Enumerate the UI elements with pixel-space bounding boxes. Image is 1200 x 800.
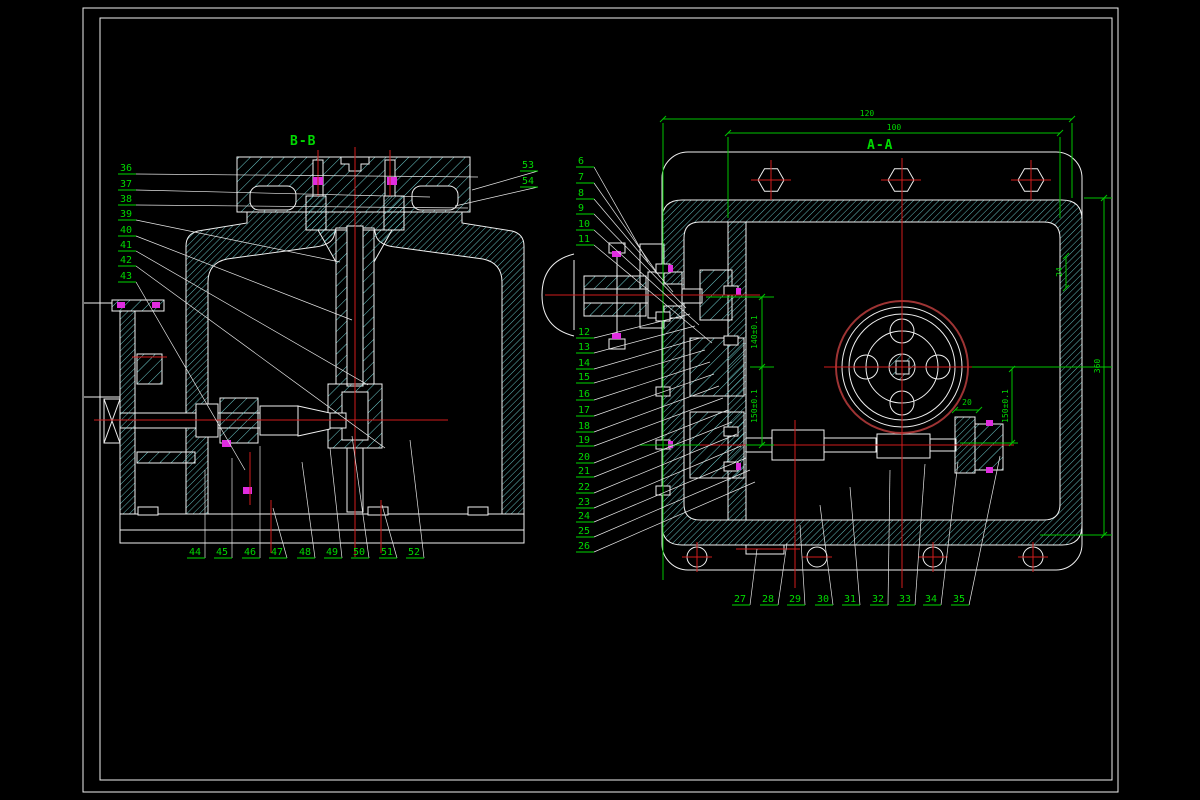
flange-nut-bottom — [608, 338, 626, 350]
dim-text-center-lower: 150±0.1 — [750, 389, 759, 423]
part-number-48: 48 — [299, 547, 311, 558]
cad-drawing-canvas: B-B A-A 120 100 360 24 140±0.1 150±0.1 1… — [0, 0, 1200, 800]
part-number-16: 16 — [578, 389, 590, 400]
part-number-43: 43 — [120, 271, 132, 282]
dim-text-inner-width: 100 — [887, 123, 902, 132]
part-number-6: 6 — [578, 156, 584, 167]
spindle-wall-right — [362, 229, 375, 385]
part-number-26: 26 — [578, 541, 590, 552]
base-pad-3 — [467, 506, 489, 516]
dim-text-center-upper: 140±0.1 — [750, 315, 759, 349]
part-number-15: 15 — [578, 372, 590, 383]
gear-middle — [689, 337, 745, 397]
output-hub — [876, 433, 931, 459]
part-number-14: 14 — [578, 358, 590, 369]
seal-5 — [117, 302, 125, 308]
part-number-28: 28 — [762, 594, 774, 605]
dim-text-flange-offset: 24 — [1055, 267, 1064, 277]
coupling-bottom — [583, 302, 647, 317]
part-number-30: 30 — [817, 594, 829, 605]
input-shaft-a — [583, 288, 647, 304]
sleeve-right — [383, 195, 405, 231]
part-number-51: 51 — [381, 547, 393, 558]
part-number-31: 31 — [844, 594, 856, 605]
dim-text-bearing-width: 20 — [962, 398, 972, 407]
bracket-arm — [136, 451, 196, 464]
part-number-37: 37 — [120, 179, 132, 190]
part-number-36: 36 — [120, 163, 132, 174]
seal-4 — [243, 487, 252, 494]
part-number-35: 35 — [953, 594, 965, 605]
part-number-39: 39 — [120, 209, 132, 220]
part-number-18: 18 — [578, 421, 590, 432]
part-number-34: 34 — [925, 594, 937, 605]
part-number-44: 44 — [189, 547, 201, 558]
part-number-7: 7 — [578, 172, 584, 183]
part-number-24: 24 — [578, 511, 590, 522]
part-number-45: 45 — [216, 547, 228, 558]
small-pulley — [136, 353, 163, 385]
part-number-32: 32 — [872, 594, 884, 605]
seal-6 — [152, 302, 160, 308]
dim-text-overall-height: 360 — [1093, 359, 1102, 374]
part-number-20: 20 — [578, 452, 590, 463]
part-number-21: 21 — [578, 466, 590, 477]
part-number-38: 38 — [120, 194, 132, 205]
part-number-11: 11 — [578, 234, 590, 245]
coupling-top — [583, 275, 647, 290]
part-number-50: 50 — [353, 547, 365, 558]
part-number-53: 53 — [522, 160, 534, 171]
part-number-23: 23 — [578, 497, 590, 508]
part-number-19: 19 — [578, 435, 590, 446]
part-number-10: 10 — [578, 219, 590, 230]
base-pad-2 — [367, 506, 389, 516]
part-number-17: 17 — [578, 405, 590, 416]
part-number-49: 49 — [326, 547, 338, 558]
part-number-22: 22 — [578, 482, 590, 493]
cover-pocket-right — [411, 185, 459, 211]
part-number-12: 12 — [578, 327, 590, 338]
part-number-33: 33 — [899, 594, 911, 605]
part-number-40: 40 — [120, 225, 132, 236]
part-number-46: 46 — [244, 547, 256, 558]
sleeve-left — [305, 195, 327, 231]
part-number-41: 41 — [120, 240, 132, 251]
base-plate — [119, 513, 525, 544]
seal-2 — [387, 177, 397, 185]
part-number-52: 52 — [408, 547, 420, 558]
section-title-aa: A-A — [867, 138, 893, 153]
part-number-9: 9 — [578, 203, 584, 214]
section-title-bb: B-B — [290, 134, 316, 149]
dim-text-overall-width: 120 — [860, 109, 875, 118]
part-number-42: 42 — [120, 255, 132, 266]
part-number-13: 13 — [578, 342, 590, 353]
dim-text-center-right: 150±0.1 — [1001, 389, 1010, 423]
part-number-25: 25 — [578, 526, 590, 537]
part-number-29: 29 — [789, 594, 801, 605]
bracket-column — [119, 310, 136, 516]
base-pad-1 — [137, 506, 159, 516]
part-number-54: 54 — [522, 176, 534, 187]
spindle-wall-left — [335, 229, 348, 385]
part-number-27: 27 — [734, 594, 746, 605]
part-number-47: 47 — [271, 547, 283, 558]
part-number-8: 8 — [578, 188, 584, 199]
